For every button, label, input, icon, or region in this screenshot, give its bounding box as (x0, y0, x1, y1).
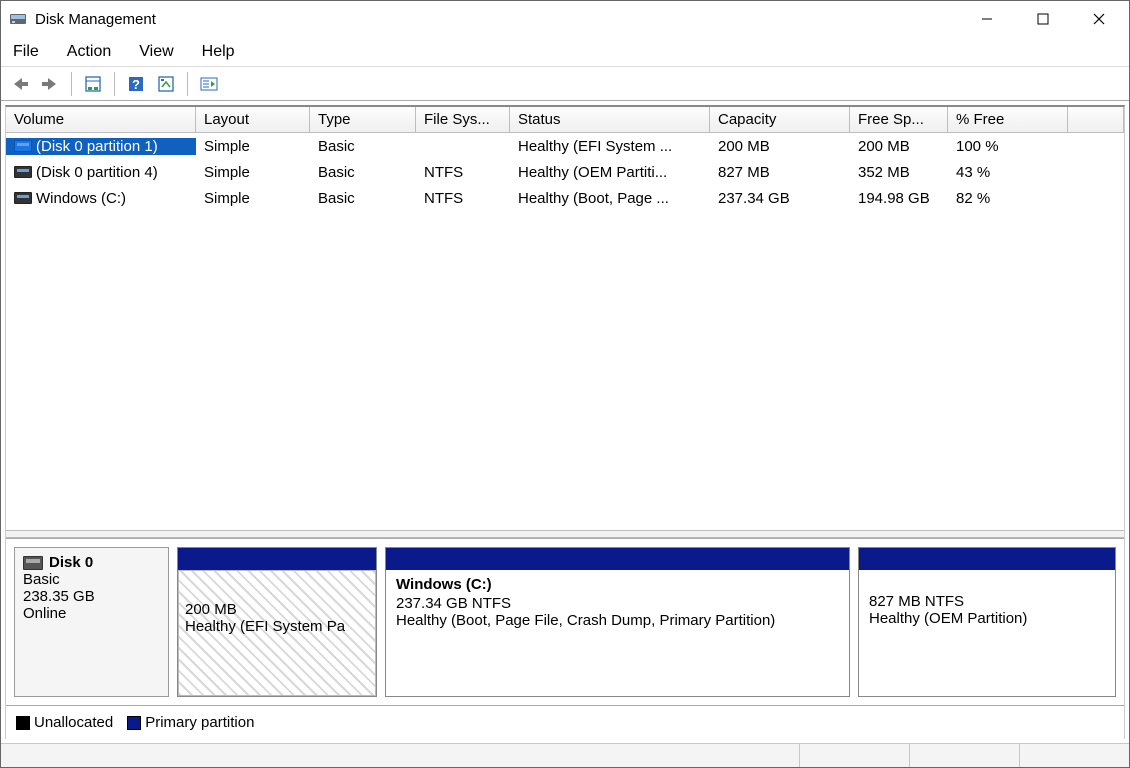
status-segment (1019, 744, 1129, 767)
col-status[interactable]: Status (510, 107, 710, 132)
volume-list-empty-area[interactable] (6, 211, 1124, 530)
partition-oem[interactable]: 827 MB NTFS Healthy (OEM Partition) (858, 547, 1116, 697)
app-icon (9, 10, 27, 28)
menu-bar: File Action View Help (1, 37, 1129, 67)
legend-primary: Primary partition (127, 714, 254, 731)
menu-file[interactable]: File (9, 41, 43, 63)
list-icon[interactable] (196, 71, 222, 97)
volume-icon (14, 192, 32, 204)
volume-row[interactable]: Windows (C:) Simple Basic NTFS Healthy (… (6, 185, 1124, 211)
disk-info-box[interactable]: Disk 0 Basic 238.35 GB Online (14, 547, 169, 697)
forward-button[interactable] (37, 71, 63, 97)
col-filesystem[interactable]: File Sys... (416, 107, 510, 132)
volume-name: Windows (C:) (36, 190, 126, 207)
back-button[interactable] (7, 71, 33, 97)
window-controls (959, 1, 1127, 37)
volume-table-header: Volume Layout Type File Sys... Status Ca… (6, 107, 1124, 133)
partition-strip: 200 MB Healthy (EFI System Pa Windows (C… (177, 547, 1116, 697)
disk-name: Disk 0 (49, 554, 93, 571)
disk-row: Disk 0 Basic 238.35 GB Online 200 MB Hea… (14, 547, 1116, 697)
volume-row[interactable]: (Disk 0 partition 1) Simple Basic Health… (6, 133, 1124, 159)
splitter[interactable] (6, 530, 1124, 538)
col-free[interactable]: Free Sp... (850, 107, 948, 132)
svg-text:?: ? (132, 77, 140, 92)
disk-graphical-pane: Disk 0 Basic 238.35 GB Online 200 MB Hea… (6, 538, 1124, 705)
partition-color-bar (859, 548, 1115, 570)
content-area: Volume Layout Type File Sys... Status Ca… (5, 105, 1125, 739)
col-capacity[interactable]: Capacity (710, 107, 850, 132)
window-title: Disk Management (35, 11, 156, 28)
partition-efi[interactable]: 200 MB Healthy (EFI System Pa (177, 547, 377, 697)
disk-type: Basic (23, 571, 160, 588)
refresh-icon[interactable] (153, 71, 179, 97)
maximize-button[interactable] (1015, 1, 1071, 37)
partition-color-bar (178, 548, 376, 570)
disk-state: Online (23, 605, 160, 622)
status-bar (1, 743, 1129, 767)
swatch-unallocated (16, 716, 30, 730)
disk-icon (23, 556, 43, 570)
help-icon[interactable]: ? (123, 71, 149, 97)
volume-name: (Disk 0 partition 1) (36, 138, 158, 155)
col-pctfree[interactable]: % Free (948, 107, 1068, 132)
menu-help[interactable]: Help (198, 41, 239, 63)
menu-action[interactable]: Action (63, 41, 115, 63)
minimize-button[interactable] (959, 1, 1015, 37)
legend-unallocated: Unallocated (16, 714, 113, 731)
partition-name: Windows (C:) (396, 576, 839, 593)
properties-icon[interactable] (80, 71, 106, 97)
partition-windows[interactable]: Windows (C:) 237.34 GB NTFS Healthy (Boo… (385, 547, 850, 697)
status-segment (799, 744, 909, 767)
col-type[interactable]: Type (310, 107, 416, 132)
disk-size: 238.35 GB (23, 588, 160, 605)
partition-size: 237.34 GB NTFS (396, 595, 839, 612)
volume-name: (Disk 0 partition 4) (36, 164, 158, 181)
partition-status: Healthy (OEM Partition) (869, 610, 1105, 627)
volume-icon (14, 140, 32, 152)
close-button[interactable] (1071, 1, 1127, 37)
volume-list: (Disk 0 partition 1) Simple Basic Health… (6, 133, 1124, 211)
title-bar: Disk Management (1, 1, 1129, 37)
partition-status: Healthy (EFI System Pa (185, 618, 369, 635)
legend: Unallocated Primary partition (6, 705, 1124, 739)
partition-size: 200 MB (185, 601, 369, 618)
status-segment (909, 744, 1019, 767)
col-layout[interactable]: Layout (196, 107, 310, 132)
partition-color-bar (386, 548, 849, 570)
volume-icon (14, 166, 32, 178)
swatch-primary (127, 716, 141, 730)
col-volume[interactable]: Volume (6, 107, 196, 132)
partition-size: 827 MB NTFS (869, 593, 1105, 610)
col-spacer (1068, 107, 1124, 132)
volume-row[interactable]: (Disk 0 partition 4) Simple Basic NTFS H… (6, 159, 1124, 185)
menu-view[interactable]: View (135, 41, 177, 63)
partition-status: Healthy (Boot, Page File, Crash Dump, Pr… (396, 612, 839, 629)
toolbar: ? (1, 67, 1129, 101)
status-segment (1, 744, 799, 767)
